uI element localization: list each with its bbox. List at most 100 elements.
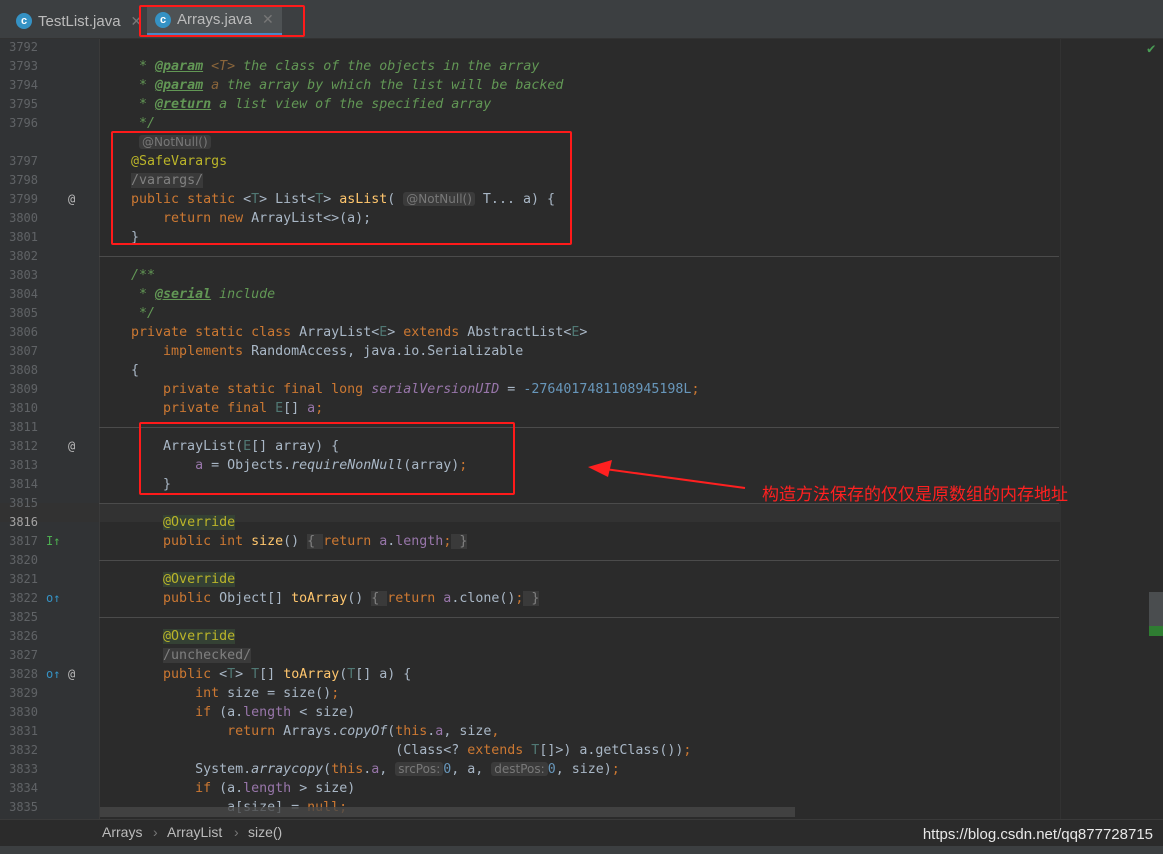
breadcrumb-item[interactable]: Arrays: [102, 824, 142, 840]
code-line[interactable]: 3795 * @return a list view of the specif…: [0, 95, 1060, 114]
code-line[interactable]: 3827 /unchecked/: [0, 646, 1060, 665]
code-line[interactable]: 3828 public <T> T[] toArray(T[] a) {: [0, 665, 1060, 684]
code-token: ArrayList<: [299, 325, 380, 340]
code-token: *: [99, 59, 156, 74]
line-number: 3814: [9, 477, 38, 491]
code-token: ;: [691, 382, 700, 397]
code-token: , size): [555, 762, 612, 777]
code-line[interactable]: 3794 * @param a the array by which the l…: [0, 76, 1060, 95]
method-separator: [99, 560, 1059, 561]
tab-testlist-java[interactable]: c TestList.java ✕: [8, 6, 150, 36]
line-number: 3829: [9, 686, 38, 700]
line-number: 3808: [9, 363, 38, 377]
line-number: 3831: [9, 724, 38, 738]
code-token: (Class<?: [99, 743, 468, 758]
code-token: *: [99, 287, 156, 302]
code-line[interactable]: 3832 (Class<? extends T[]>) a.getClass()…: [0, 741, 1060, 760]
code-text: * @param <T> the class of the objects in…: [99, 57, 539, 76]
code-token: E: [275, 401, 284, 416]
code-token: the class of the objects in the array: [235, 59, 540, 74]
code-line[interactable]: 3805 */: [0, 304, 1060, 323]
code-token: arraycopy: [251, 762, 324, 777]
at-icon[interactable]: @: [68, 665, 75, 684]
line-number: 3811: [9, 420, 38, 434]
code-token: private static class: [131, 325, 300, 340]
breadcrumb-item[interactable]: ArrayList: [167, 824, 222, 840]
code-line[interactable]: 3817 public int size() { return a.length…: [0, 532, 1060, 551]
code-token: public int: [163, 534, 252, 549]
code-token: length: [243, 781, 292, 796]
code-token: the array by which the list will be back…: [219, 78, 564, 93]
code-line[interactable]: 3806 private static class ArrayList<E> e…: [0, 323, 1060, 342]
code-token: []: [283, 401, 308, 416]
code-line[interactable]: 3807 implements RandomAccess, java.io.Se…: [0, 342, 1060, 361]
code-line[interactable]: 3821 @Override: [0, 570, 1060, 589]
code-token: if: [195, 705, 220, 720]
code-line[interactable]: 3833 System.arraycopy(this.a, srcPos: 0, …: [0, 760, 1060, 779]
code-token: if: [195, 781, 220, 796]
code-line[interactable]: 3834 if (a.length > size): [0, 779, 1060, 798]
code-token: .clone(): [451, 591, 516, 606]
code-line[interactable]: 3830 if (a.length < size): [0, 703, 1060, 722]
code-text: (Class<? extends T[]>) a.getClass());: [99, 741, 691, 760]
line-number: 3794: [9, 78, 38, 92]
code-line[interactable]: 3808 {: [0, 361, 1060, 380]
code-text: * @serial include: [99, 285, 275, 304]
code-token: size: [251, 534, 284, 549]
code-token: @return: [155, 97, 212, 112]
code-line[interactable]: 3826 @Override: [0, 627, 1060, 646]
line-number: 3821: [9, 572, 38, 586]
code-token: include: [211, 287, 276, 302]
line-number: 3810: [9, 401, 38, 415]
code-token: {: [99, 363, 140, 378]
code-line[interactable]: 3822 public Object[] toArray() { return …: [0, 589, 1060, 608]
code-line[interactable]: 3792: [0, 38, 1060, 57]
vertical-scrollbar[interactable]: ✔: [1060, 39, 1163, 819]
line-number: 3805: [9, 306, 38, 320]
overrides-method-icon[interactable]: o↑: [46, 665, 60, 684]
line-number: 3827: [9, 648, 38, 662]
code-line[interactable]: 3803 /**: [0, 266, 1060, 285]
code-token: a: [211, 78, 220, 93]
code-line[interactable]: 3804 * @serial include: [0, 285, 1060, 304]
code-text: public int size() { return a.length; }: [99, 532, 468, 551]
line-number: 3807: [9, 344, 38, 358]
code-line[interactable]: 3829 int size = size();: [0, 684, 1060, 703]
line-number: 3813: [9, 458, 38, 472]
code-text: /**: [99, 266, 155, 285]
line-number: 3799: [9, 192, 38, 206]
code-line[interactable]: 3831 return Arrays.copyOf(this.a, size,: [0, 722, 1060, 741]
annotation-note: 构造方法保存的仅仅是原数组的内存地址: [762, 485, 1068, 505]
code-token: public: [163, 591, 220, 606]
line-number: 3812: [9, 439, 38, 453]
code-token: return: [323, 534, 380, 549]
line-number: 3833: [9, 762, 38, 776]
code-line[interactable]: 3810 private final E[] a;: [0, 399, 1060, 418]
code-token: serialVersionUID: [371, 382, 500, 397]
line-number: 3806: [9, 325, 38, 339]
breadcrumb-item[interactable]: size(): [248, 824, 282, 840]
code-line[interactable]: 3816 @Override: [0, 513, 1060, 532]
line-number: 3822: [9, 591, 38, 605]
implements-method-icon[interactable]: I↑: [46, 532, 60, 551]
chevron-right-icon: ›: [153, 824, 158, 840]
code-token: < size): [291, 705, 356, 720]
code-token: private final: [163, 401, 276, 416]
at-icon[interactable]: @: [68, 190, 75, 209]
line-number: 3793: [9, 59, 38, 73]
code-text: public <T> T[] toArray(T[] a) {: [99, 665, 411, 684]
code-line[interactable]: 3793 * @param <T> the class of the objec…: [0, 57, 1060, 76]
code-token: (): [283, 534, 308, 549]
code-token: ,: [491, 724, 500, 739]
at-icon[interactable]: @: [68, 437, 75, 456]
code-token: ;: [331, 686, 340, 701]
code-line[interactable]: 3809 private static final long serialVer…: [0, 380, 1060, 399]
horizontal-scrollbar[interactable]: [100, 807, 795, 817]
overrides-method-icon[interactable]: o↑: [46, 589, 60, 608]
